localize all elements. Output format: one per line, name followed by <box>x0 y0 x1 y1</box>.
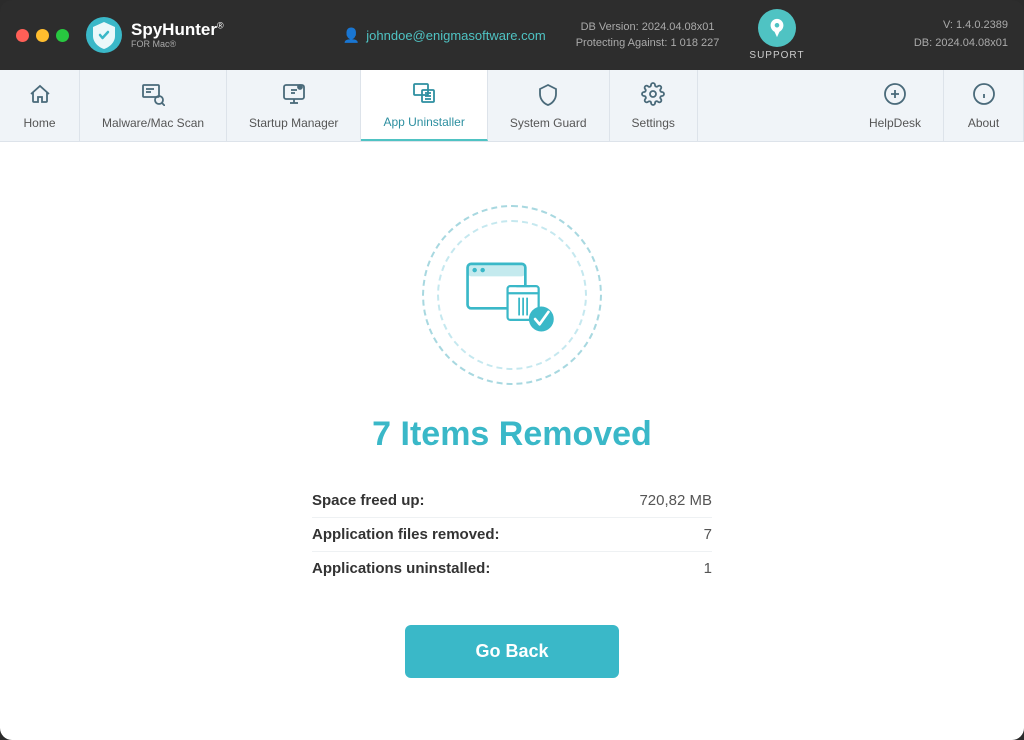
settings-icon <box>641 82 665 112</box>
nav-label-malware: Malware/Mac Scan <box>102 116 204 130</box>
app-uninstaller-icon <box>412 81 436 111</box>
nav-label-startup: Startup Manager <box>249 116 338 130</box>
result-icon-inner <box>437 220 587 370</box>
stat-label-apps: Applications uninstalled: <box>312 560 490 577</box>
maximize-button[interactable] <box>56 29 69 42</box>
db-version: DB Version: 2024.04.08x01 <box>576 19 720 36</box>
logo-for-mac: FOR Mac® <box>131 39 224 49</box>
nav-item-system-guard[interactable]: System Guard <box>488 70 610 141</box>
result-icon-container <box>422 205 602 385</box>
stat-row-space: Space freed up: 720,82 MB <box>312 484 712 518</box>
nav-label-helpdesk: HelpDesk <box>869 116 921 130</box>
db-info: DB Version: 2024.04.08x01 Protecting Aga… <box>576 19 720 52</box>
about-icon <box>972 82 996 112</box>
nav-label-system-guard: System Guard <box>510 116 587 130</box>
stat-label-files: Application files removed: <box>312 526 500 543</box>
nav-item-home[interactable]: Home <box>0 70 80 141</box>
logo-area: SpyHunter® FOR Mac® <box>85 16 224 54</box>
navbar: Home Malware/Mac Scan <box>0 70 1024 142</box>
system-guard-icon <box>536 82 560 112</box>
nav-item-malware[interactable]: Malware/Mac Scan <box>80 70 227 141</box>
nav-item-about[interactable]: About <box>944 70 1024 141</box>
go-back-button[interactable]: Go Back <box>405 625 618 678</box>
nav-item-startup[interactable]: Startup Manager <box>227 70 361 141</box>
nav-item-helpdesk[interactable]: HelpDesk <box>847 70 944 141</box>
stats-table: Space freed up: 720,82 MB Application fi… <box>312 484 712 585</box>
logo-text-area: SpyHunter® FOR Mac® <box>131 21 224 50</box>
stat-label-space: Space freed up: <box>312 492 425 509</box>
malware-scan-icon <box>141 82 165 112</box>
uninstall-success-svg <box>462 255 562 335</box>
titlebar: SpyHunter® FOR Mac® 👤 johndoe@enigmasoft… <box>0 0 1024 70</box>
stat-value-space: 720,82 MB <box>639 492 712 509</box>
nav-item-settings[interactable]: Settings <box>610 70 698 141</box>
user-email: johndoe@enigmasoftware.com <box>366 28 545 43</box>
titlebar-center: 👤 johndoe@enigmasoftware.com DB Version:… <box>254 9 894 61</box>
nav-label-about: About <box>968 116 999 130</box>
logo-name: SpyHunter <box>131 20 217 39</box>
nav-item-uninstaller[interactable]: App Uninstaller <box>361 70 487 141</box>
stat-row-files: Application files removed: 7 <box>312 518 712 552</box>
stat-row-apps: Applications uninstalled: 1 <box>312 552 712 585</box>
nav-label-home: Home <box>23 116 55 130</box>
support-icon <box>758 9 796 47</box>
version-info: V: 1.4.0.2389 DB: 2024.04.08x01 <box>914 17 1008 52</box>
minimize-button[interactable] <box>36 29 49 42</box>
startup-manager-icon <box>282 82 306 112</box>
support-button[interactable]: SUPPORT <box>749 9 804 61</box>
result-title: 7 Items Removed <box>372 415 652 454</box>
app-window: SpyHunter® FOR Mac® 👤 johndoe@enigmasoft… <box>0 0 1024 740</box>
user-icon: 👤 <box>343 27 360 44</box>
protecting-label: Protecting Against: 1 018 227 <box>576 35 720 52</box>
traffic-lights <box>16 29 69 42</box>
version-line2: DB: 2024.04.08x01 <box>914 35 1008 53</box>
nav-label-uninstaller: App Uninstaller <box>383 115 464 129</box>
logo-registered: ® <box>217 20 224 30</box>
user-info: 👤 johndoe@enigmasoftware.com <box>343 27 546 44</box>
main-content: 7 Items Removed Space freed up: 720,82 M… <box>0 142 1024 740</box>
version-line1: V: 1.4.0.2389 <box>914 17 1008 35</box>
app-logo-icon <box>85 16 123 54</box>
stat-value-files: 7 <box>704 526 712 543</box>
home-icon <box>28 82 52 112</box>
stat-value-apps: 1 <box>704 560 712 577</box>
nav-label-settings: Settings <box>632 116 675 130</box>
support-label: SUPPORT <box>749 50 804 61</box>
close-button[interactable] <box>16 29 29 42</box>
helpdesk-icon <box>883 82 907 112</box>
